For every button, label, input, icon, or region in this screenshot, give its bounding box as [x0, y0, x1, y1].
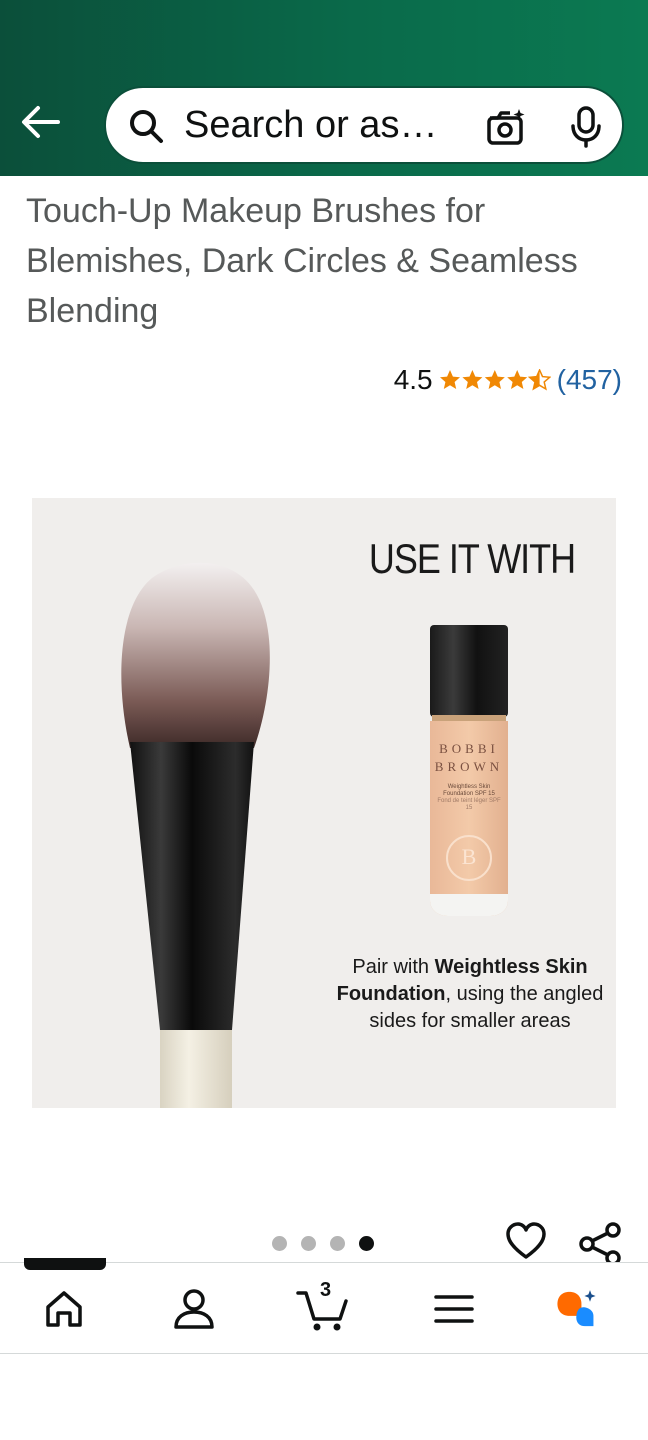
product-image[interactable]: USE IT WITH BOBBI BROWN Weightless Skin …: [32, 498, 616, 1108]
bottle-brand: BOBBI BROWN: [430, 740, 508, 776]
cart-count-badge: 3: [320, 1279, 332, 1301]
rating-row[interactable]: 4.5 (457): [394, 360, 622, 400]
search-bar[interactable]: Search or as…: [104, 86, 624, 164]
bottle-brand-line1: BOBBI: [439, 741, 499, 756]
carousel-dot-active[interactable]: [359, 1236, 374, 1251]
share-icon[interactable]: [578, 1222, 622, 1266]
microphone-icon[interactable]: [568, 106, 604, 148]
search-icon: [130, 110, 163, 143]
rufus-assistant-icon[interactable]: [554, 1285, 602, 1333]
heart-icon[interactable]: [506, 1222, 546, 1262]
carousel-dots[interactable]: [272, 1236, 374, 1251]
active-tab-indicator: [24, 1258, 106, 1270]
star-rating: [439, 369, 551, 391]
rating-value: 4.5: [393, 364, 433, 395]
carousel-dot[interactable]: [301, 1236, 316, 1251]
caption-prefix: Pair with: [352, 956, 435, 978]
carousel-dot[interactable]: [330, 1236, 345, 1251]
camera-lens-icon[interactable]: [486, 108, 526, 146]
bottle-label: Weightless Skin Foundation SPF 15 Fond d…: [434, 784, 504, 812]
carousel-dot[interactable]: [272, 1236, 287, 1251]
account-icon[interactable]: [170, 1285, 218, 1333]
review-count-link[interactable]: (457): [557, 364, 622, 396]
bottle-label-name: Weightless Skin Foundation SPF 15: [443, 784, 495, 797]
cart-button[interactable]: 3: [296, 1279, 352, 1333]
search-input[interactable]: Search or as…: [184, 104, 437, 147]
image-caption: Pair with Weightless Skin Foundation, us…: [322, 954, 616, 1035]
product-title[interactable]: Touch-Up Makeup Brushes for Blemishes, D…: [26, 186, 626, 336]
back-arrow-icon[interactable]: [20, 104, 60, 140]
home-icon[interactable]: [40, 1285, 88, 1333]
bottle-label-fr: Fond de teint léger SPF 15: [437, 798, 501, 811]
app-header: Search or as…: [0, 0, 648, 176]
bottom-nav-bar: 3: [0, 1262, 648, 1354]
stars-icon: [439, 369, 551, 391]
image-headline: USE IT WITH: [368, 534, 576, 582]
bottle-brand-line2: BROWN: [434, 759, 504, 774]
bottle-monogram: B: [461, 844, 477, 869]
menu-icon[interactable]: [430, 1285, 478, 1333]
